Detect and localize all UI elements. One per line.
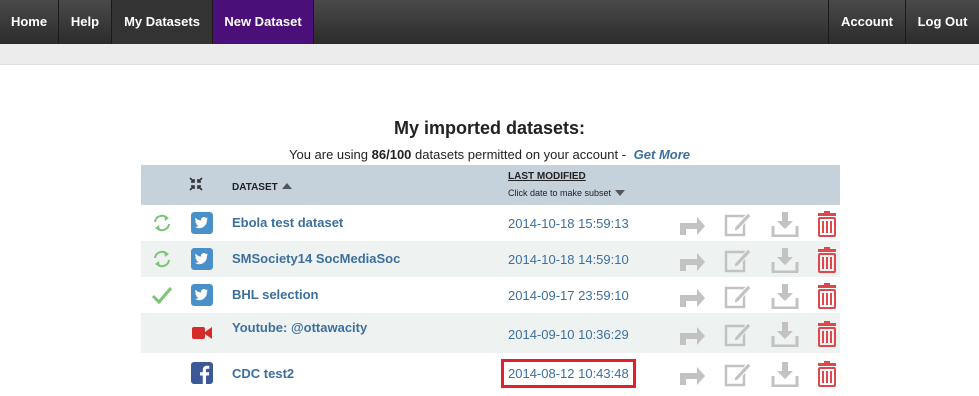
twitter-icon	[191, 248, 213, 270]
share-icon[interactable]	[677, 211, 707, 237]
table-row: BHL selection 2014-09-17 23:59:10	[141, 277, 840, 313]
dataset-name[interactable]: Ebola test dataset	[232, 215, 343, 230]
trash-icon[interactable]	[812, 247, 842, 273]
nav-help[interactable]: Help	[59, 0, 112, 44]
share-icon[interactable]	[677, 321, 707, 347]
page-title: My imported datasets:	[393, 118, 586, 138]
dataset-modified-date[interactable]: 2014-09-10 10:36:29	[508, 327, 629, 342]
nav-logout[interactable]: Log Out	[905, 0, 979, 44]
download-icon[interactable]	[770, 211, 800, 237]
top-navbar: Home Help My Datasets New Dataset Accoun…	[0, 0, 979, 44]
table-row: CDC test2 2014-08-12 10:43:48	[141, 353, 840, 393]
table-row: SMSociety14 SocMediaSoc 2014-10-18 14:59…	[141, 241, 840, 277]
share-icon[interactable]	[677, 283, 707, 309]
edit-icon[interactable]	[723, 283, 753, 309]
twitter-icon	[191, 284, 213, 306]
download-icon[interactable]	[770, 283, 800, 309]
check-icon	[151, 287, 173, 305]
edit-icon[interactable]	[723, 361, 753, 387]
nav-account[interactable]: Account	[828, 0, 905, 44]
download-icon[interactable]	[770, 361, 800, 387]
share-icon[interactable]	[677, 361, 707, 387]
trash-icon[interactable]	[812, 211, 842, 237]
download-icon[interactable]	[770, 321, 800, 347]
table-header: DATASET LAST MODIFIED Click date to make…	[141, 165, 840, 205]
sort-up-icon	[281, 183, 292, 189]
youtube-icon	[192, 327, 212, 339]
collapse-arrows-icon[interactable]	[189, 177, 203, 191]
dataset-modified-date[interactable]: 2014-09-17 23:59:10	[508, 288, 629, 303]
dataset-modified-date[interactable]: 2014-10-18 14:59:10	[508, 252, 629, 267]
trash-icon[interactable]	[812, 283, 842, 309]
sort-down-icon[interactable]	[615, 190, 626, 196]
dataset-name[interactable]: SMSociety14 SocMediaSoc	[232, 251, 400, 266]
dataset-name[interactable]: CDC test2	[232, 366, 294, 381]
usage-suffix: datasets permitted on your account -	[415, 147, 627, 162]
modified-column-header[interactable]: LAST MODIFIED	[508, 171, 586, 182]
sync-icon	[154, 250, 170, 268]
trash-icon[interactable]	[812, 321, 842, 347]
nav-home[interactable]: Home	[0, 0, 59, 44]
usage-prefix: You are using	[288, 147, 369, 162]
nav-my-datasets[interactable]: My Datasets	[112, 0, 213, 44]
nav-new-dataset[interactable]: New Dataset	[213, 0, 314, 44]
edit-icon[interactable]	[723, 211, 753, 237]
table-row: Youtube: @ottawacity 2014-09-10 10:36:29	[141, 313, 840, 353]
modified-column-hint: Click date to make subset	[508, 188, 626, 198]
dataset-modified-date[interactable]: 2014-08-12 10:43:48	[501, 359, 636, 388]
modified-hint-label: Click date to make subset	[508, 188, 612, 198]
facebook-icon	[191, 362, 213, 384]
dataset-name[interactable]: Youtube: @ottawacity	[232, 320, 367, 335]
get-more-link[interactable]: Get More	[634, 147, 690, 162]
edit-icon[interactable]	[723, 247, 753, 273]
usage-line: You are using 86/100 datasets permitted …	[0, 147, 979, 162]
trash-icon[interactable]	[812, 361, 842, 387]
sync-icon	[154, 214, 170, 232]
edit-icon[interactable]	[723, 321, 753, 347]
download-icon[interactable]	[770, 247, 800, 273]
usage-count: 86/100	[371, 147, 412, 162]
table-row: Ebola test dataset 2014-10-18 15:59:13	[141, 205, 840, 241]
dataset-column-label: DATASET	[232, 182, 278, 193]
twitter-icon	[191, 212, 213, 234]
dataset-name[interactable]: BHL selection	[232, 287, 318, 302]
dataset-column-header[interactable]: DATASET	[232, 182, 292, 193]
dataset-modified-date[interactable]: 2014-10-18 15:59:13	[508, 216, 629, 231]
share-icon[interactable]	[677, 247, 707, 273]
